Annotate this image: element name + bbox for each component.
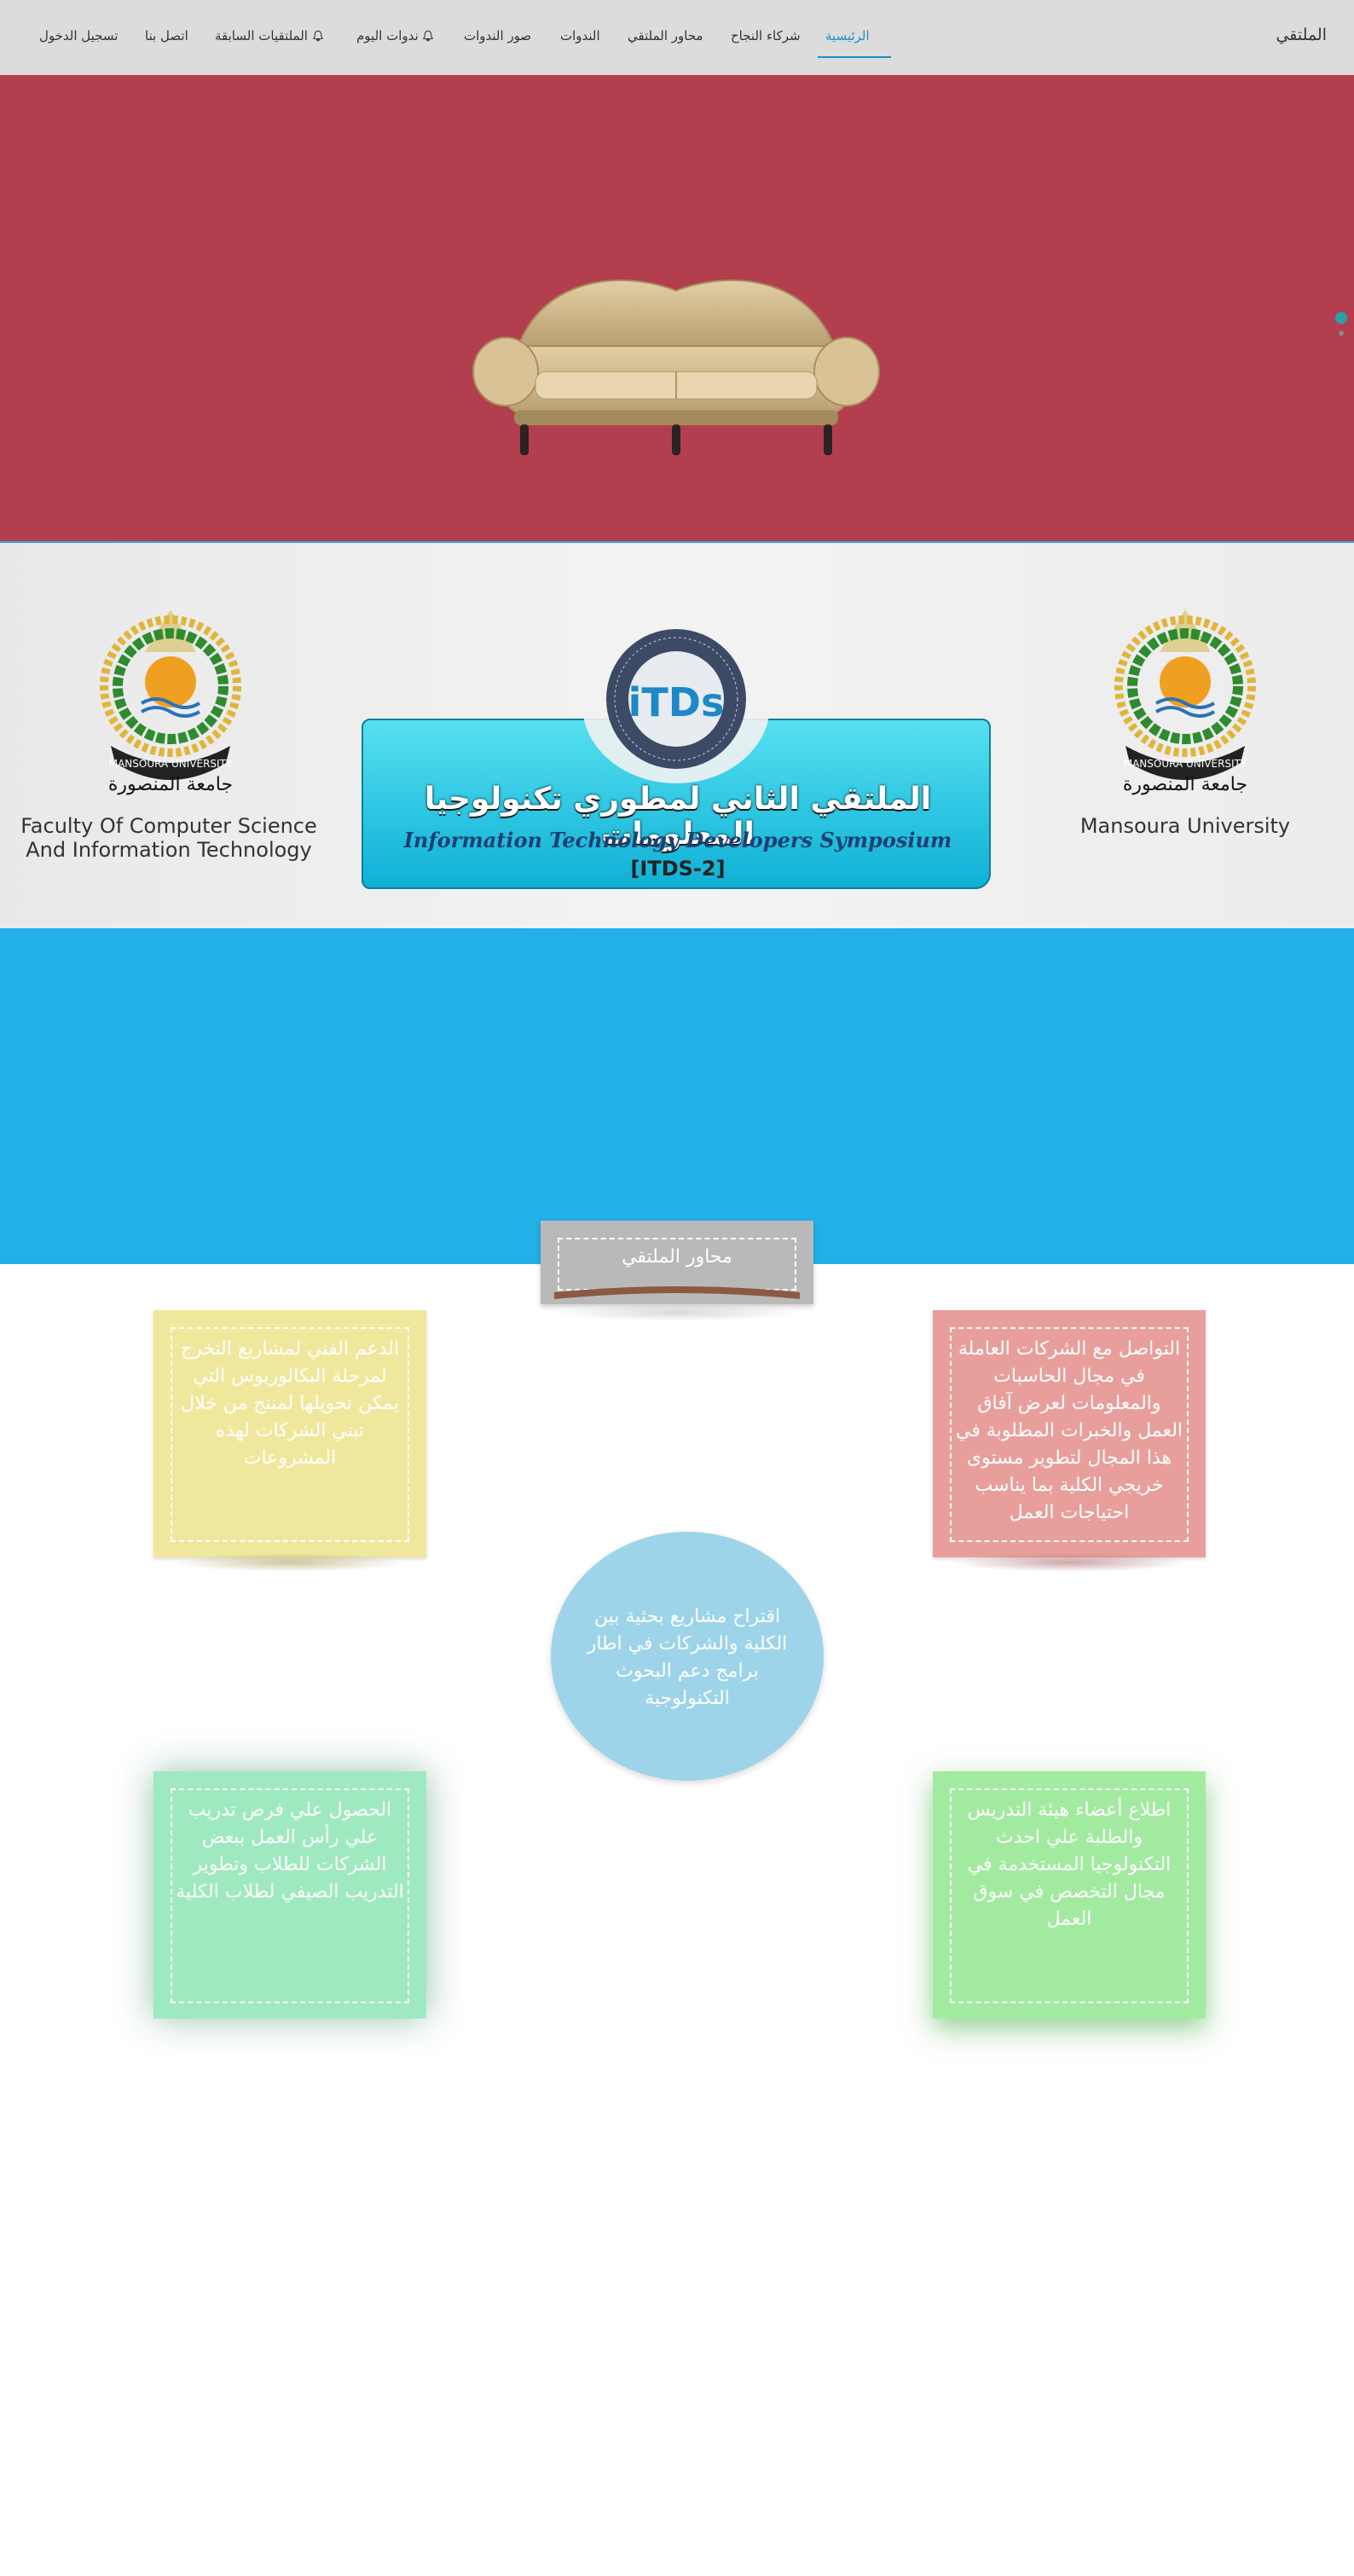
track-card-technical-support: الدعم الفني لمشاريع التخرج لمرحلة البكال… <box>153 1310 426 1557</box>
card-shadow <box>171 1553 409 1572</box>
nav-item-contact[interactable]: اتصل بنا <box>145 28 188 43</box>
nav-item-tracks[interactable]: محاور الملتقي <box>628 28 703 43</box>
card-text: الدعم الفني لمشاريع التخرج لمرحلة البكال… <box>180 1338 400 1469</box>
banner-code: [ITDS-2] <box>630 857 726 881</box>
seal-text-en: MANSOURA UNIVERSITY <box>1124 758 1247 770</box>
banner-english-title: Information Technology Developers Sympos… <box>403 828 952 852</box>
title-ribbon <box>554 1286 800 1299</box>
slider-dot-active[interactable] <box>1335 312 1347 324</box>
hero-slider <box>0 75 1354 542</box>
nav-item-seminar-photos[interactable]: صور الندوات <box>464 28 531 43</box>
nav-item-partners[interactable]: شركاء النجاح <box>731 28 801 43</box>
blue-band <box>0 928 1354 1264</box>
track-card-companies-communication: التواصل مع الشركات العاملة في مجال الحاس… <box>933 1310 1206 1557</box>
navbar-brand[interactable]: الملتقي <box>1276 26 1327 44</box>
nav-item-home[interactable]: الرئيسية <box>825 28 870 43</box>
seal-text-en: MANSOURA UNIVERSITY <box>109 758 233 770</box>
bell-icon <box>313 30 323 42</box>
today-seminars-label: ندوات اليوم <box>356 28 419 43</box>
bell-icon <box>423 30 434 42</box>
slider-dot[interactable] <box>1339 331 1344 336</box>
nav-item-today-seminars[interactable]: ندوات اليوم <box>356 28 436 43</box>
card-text: الحصول علي فرص تدريب علي رأس العمل ببعض … <box>176 1799 404 1903</box>
card-text: التواصل مع الشركات العاملة في مجال الحاس… <box>955 1338 1183 1523</box>
section-title-label: محاور الملتقي <box>622 1246 732 1268</box>
circle-text: اقتراح مشاريع بحثية بين الكلية والشركات … <box>587 1606 788 1709</box>
sofa-image <box>472 279 880 455</box>
mansoura-university-seal-left: MANSOURA UNIVERSITY جامعة المنصورة <box>100 609 241 795</box>
mansoura-university-seal-right: MANSOURA UNIVERSITY جامعة المنصورة <box>1114 609 1256 795</box>
track-card-technology-awareness: اطلاع أعضاء هيئة التدريس والطلبة علي احد… <box>933 1771 1206 2019</box>
card-text: اطلاع أعضاء هيئة التدريس والطلبة علي احد… <box>967 1799 1172 1930</box>
track-card-training: الحصول علي فرص تدريب علي رأس العمل ببعض … <box>153 1771 426 2019</box>
itds-logo-badge: iTDs <box>582 627 770 783</box>
university-caption: Mansoura University <box>1079 814 1291 838</box>
nav-item-login[interactable]: تسجيل الدخول <box>39 28 118 43</box>
badge-text: iTDs <box>628 679 725 725</box>
nav-item-previous-symposiums[interactable]: الملتقيات السابقة <box>215 28 326 43</box>
active-nav-indicator <box>818 56 891 58</box>
card-shadow <box>950 1553 1189 1572</box>
navbar: الملتقي الرئيسية شركاء النجاح محاور المل… <box>0 0 1354 75</box>
faculty-caption: Faculty Of Computer Science And Informat… <box>20 814 317 862</box>
previous-symposiums-label: الملتقيات السابقة <box>215 28 308 43</box>
title-shadow <box>554 1304 801 1321</box>
track-circle-research-projects: اقتراح مشاريع بحثية بين الكلية والشركات … <box>551 1532 824 1781</box>
seal-text-ar: جامعة المنصورة <box>1123 774 1247 795</box>
seal-text-ar: جامعة المنصورة <box>108 774 233 795</box>
nav-item-seminars[interactable]: الندوات <box>560 28 600 43</box>
